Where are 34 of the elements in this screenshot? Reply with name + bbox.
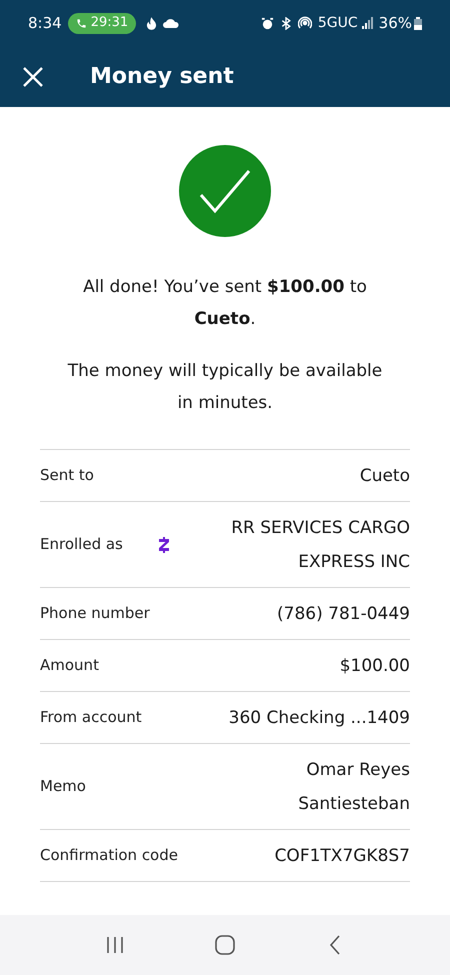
detail-value: (786) 781-0449: [276, 602, 410, 626]
network-label: 5GUC: [318, 14, 358, 32]
detail-label: Memo: [40, 776, 86, 798]
detail-label: Confirmation code: [40, 845, 178, 866]
detail-value: COF1TX7GK8S7: [274, 844, 410, 868]
close-icon: [22, 66, 44, 88]
phone-icon: [76, 18, 87, 28]
battery-icon: [414, 16, 422, 30]
cloud-icon: [163, 18, 180, 28]
confirmation-message: All done! You’ve sent $100.00 to Cueto.: [82, 276, 368, 331]
page-title: Money sent: [90, 63, 234, 91]
back-icon: [329, 935, 341, 955]
detail-label: Phone number: [40, 603, 150, 624]
detail-label: Enrolled as: [40, 534, 123, 556]
detail-value: RR SERVICES CARGO EXPRESS INC: [230, 516, 410, 574]
detail-value: 360 Checking ...1409: [228, 706, 410, 730]
alarm-icon: [260, 16, 274, 30]
status-time: 8:34: [28, 12, 62, 34]
flame-icon: [146, 16, 158, 30]
detail-value: $100.00: [338, 654, 410, 678]
detail-label: Sent to: [40, 465, 94, 486]
detail-label: Amount: [40, 655, 99, 676]
call-timer-pill: 29:31: [68, 12, 136, 34]
signal-icon: [362, 17, 374, 29]
recent-apps-icon: [105, 936, 125, 954]
home-icon: [215, 935, 235, 955]
detail-value: Omar Reyes Santiesteban: [297, 758, 410, 816]
hotspot-icon: [298, 16, 312, 30]
availability-note: The money will typically be available in minutes.: [66, 360, 384, 415]
detail-label: From account: [40, 707, 142, 728]
battery-level: 36%: [378, 12, 412, 34]
zelle-z-icon: [158, 536, 169, 552]
detail-value: Cueto: [358, 464, 410, 488]
bluetooth-icon: [280, 16, 292, 30]
